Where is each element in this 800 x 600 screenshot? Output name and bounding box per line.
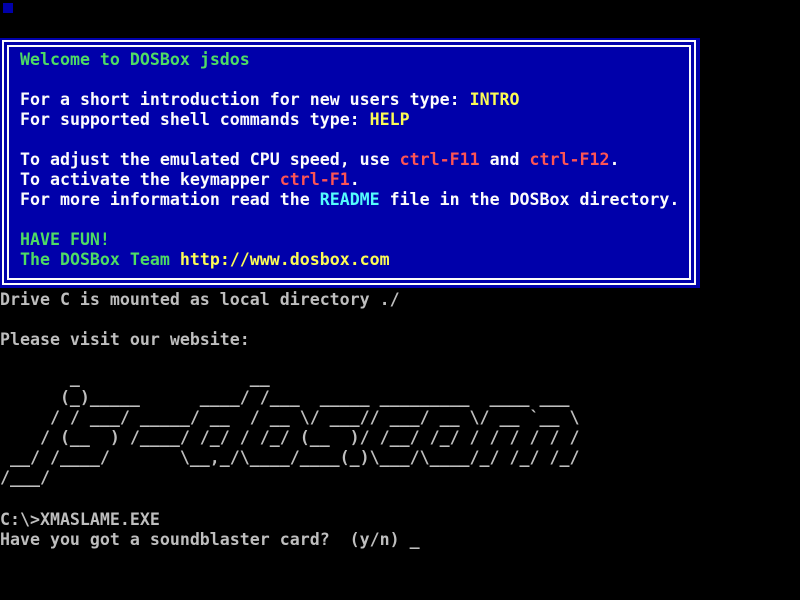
ascii-art-line: (_)_____ ____/ /___ _____ _________ ____… <box>0 388 569 408</box>
keymapper-text: To activate the keymapper <box>20 170 280 189</box>
ascii-art-line: __/ /____/ \__,_/\____/____(_)\___/\____… <box>0 448 579 468</box>
cpu-text: To adjust the emulated CPU speed, use <box>20 150 400 169</box>
text-cursor: _ <box>410 530 420 549</box>
readme-text-post: file in the DOSBox directory. <box>380 190 680 209</box>
readme-text: For more information read the <box>20 190 320 209</box>
cpu-text-and: and <box>480 150 530 169</box>
question-text: Have you got a soundblaster card? (y/n) <box>0 530 410 549</box>
ascii-art-line: / (__ ) /____/ /_/ / /_/ (__ )/ /__/ /_/… <box>0 428 579 448</box>
help-keyword: HELP <box>370 110 410 129</box>
ascii-art-line: / / ___/ _____/ __ / __ \/ ___// ___/ __… <box>0 408 579 428</box>
mount-message: Drive C is mounted as local directory ./ <box>0 290 400 310</box>
cpu-hotkey-f11: ctrl-F11 <box>400 150 480 169</box>
intro-keyword: INTRO <box>470 90 520 109</box>
welcome-message: Welcome to DOSBox jsdos <box>20 50 250 70</box>
ascii-art-line: _ __ <box>0 368 270 388</box>
cpu-hotkey-f12: ctrl-F12 <box>530 150 610 169</box>
intro-text: For a short introduction for new users t… <box>20 90 470 109</box>
cursor-artifact <box>3 3 13 13</box>
cpu-text-period: . <box>609 150 619 169</box>
command-prompt-line: C:\>XMASLAME.EXE <box>0 510 160 530</box>
help-text: For supported shell commands type: <box>20 110 370 129</box>
readme-keyword: README <box>320 190 380 209</box>
soundblaster-question-line: Have you got a soundblaster card? (y/n) … <box>0 530 420 550</box>
keymapper-text-period: . <box>350 170 360 189</box>
keymapper-line: To activate the keymapper ctrl-F1. <box>20 170 360 190</box>
dos-terminal-screen[interactable]: Welcome to DOSBox jsdos For a short intr… <box>0 0 800 600</box>
dosbox-url: http://www.dosbox.com <box>180 250 390 269</box>
intro-line: For a short introduction for new users t… <box>20 90 520 110</box>
team-line: The DOSBox Team http://www.dosbox.com <box>20 250 390 270</box>
team-text: The DOSBox Team <box>20 250 180 269</box>
keymapper-hotkey: ctrl-F1 <box>280 170 350 189</box>
ascii-art-line: /___/ <box>0 468 50 488</box>
cpu-speed-line: To adjust the emulated CPU speed, use ct… <box>20 150 619 170</box>
readme-line: For more information read the README fil… <box>20 190 679 210</box>
help-line: For supported shell commands type: HELP <box>20 110 410 130</box>
have-fun-line: HAVE FUN! <box>20 230 110 250</box>
website-message: Please visit our website: <box>0 330 250 350</box>
